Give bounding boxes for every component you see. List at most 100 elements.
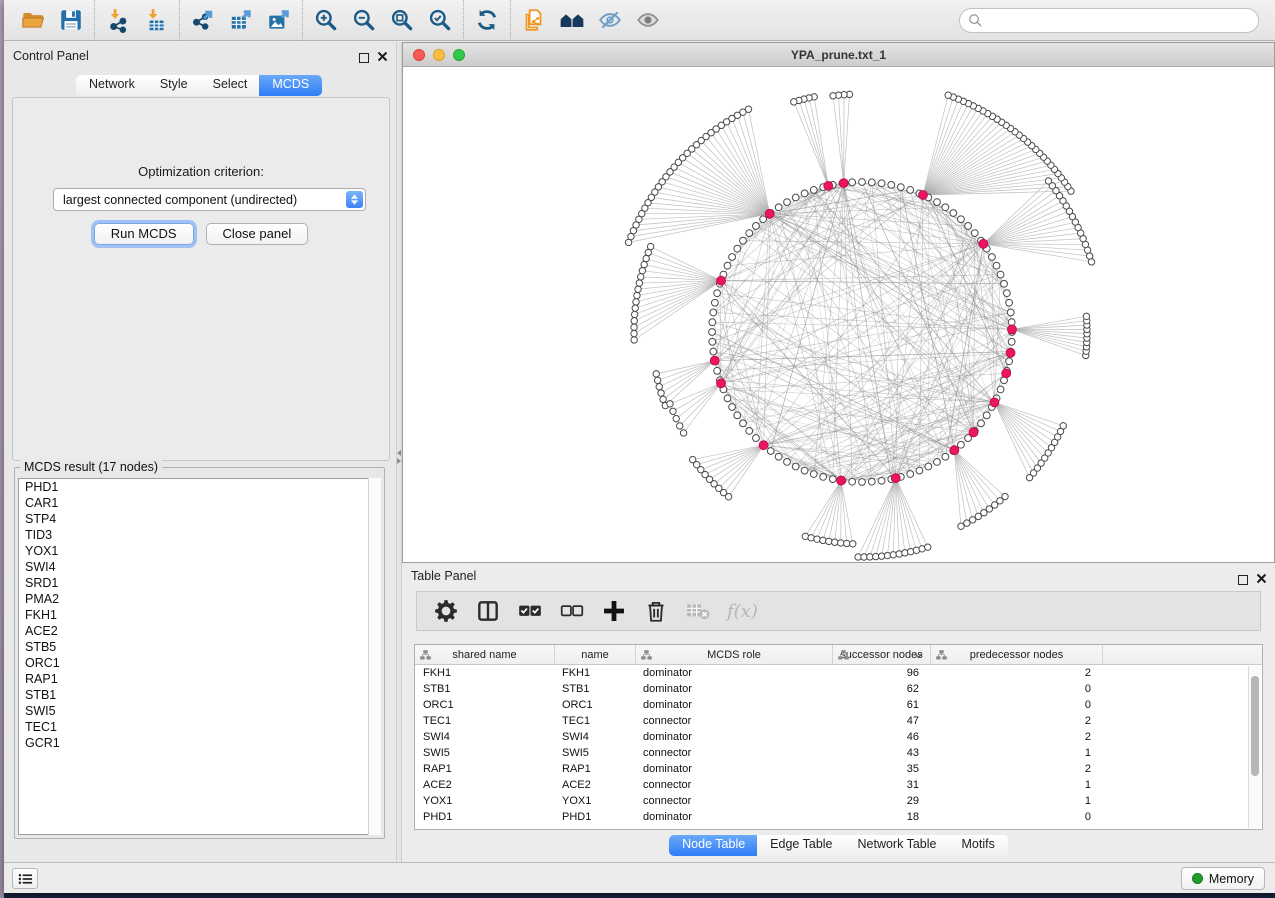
- network-node[interactable]: [677, 423, 683, 429]
- table-cell[interactable]: dominator: [635, 681, 832, 697]
- network-node-dominator[interactable]: [919, 191, 928, 200]
- network-node[interactable]: [916, 467, 923, 474]
- table-cell[interactable]: ACE2: [415, 777, 554, 793]
- network-node[interactable]: [753, 435, 760, 442]
- table-cell[interactable]: 96: [832, 665, 930, 681]
- network-node[interactable]: [775, 453, 782, 460]
- search-input[interactable]: [959, 8, 1259, 33]
- network-node[interactable]: [714, 290, 721, 297]
- table-cell[interactable]: 62: [832, 681, 930, 697]
- tab-select[interactable]: Select: [200, 75, 261, 96]
- network-node[interactable]: [709, 338, 716, 345]
- column-header-shared-name[interactable]: shared name: [415, 645, 554, 664]
- network-node[interactable]: [934, 199, 941, 206]
- mcds-list-scrollbar[interactable]: [368, 478, 381, 835]
- network-node[interactable]: [1083, 313, 1089, 319]
- first-neighbors-button[interactable]: [553, 3, 591, 37]
- network-node-dominator[interactable]: [839, 179, 848, 188]
- tab-network-table[interactable]: Network Table: [845, 835, 950, 856]
- network-node[interactable]: [1003, 290, 1010, 297]
- import-table-button[interactable]: [137, 3, 175, 37]
- table-cell[interactable]: 2: [930, 713, 1102, 729]
- table-row[interactable]: TEC1TEC1connector472: [415, 713, 1262, 729]
- network-node[interactable]: [850, 541, 856, 547]
- column-header-predecessor-nodes[interactable]: predecessor nodes: [930, 645, 1102, 664]
- network-node[interactable]: [942, 453, 949, 460]
- network-node[interactable]: [1002, 493, 1008, 499]
- table-cell[interactable]: 35: [832, 761, 930, 777]
- network-node[interactable]: [814, 536, 820, 542]
- close-table-panel-icon[interactable]: [1256, 571, 1267, 589]
- network-node[interactable]: [801, 467, 808, 474]
- table-cell[interactable]: 46: [832, 729, 930, 745]
- network-canvas[interactable]: [403, 68, 1274, 562]
- mcds-result-item[interactable]: SWI4: [19, 559, 380, 575]
- delete-column-button[interactable]: [643, 598, 669, 624]
- mcds-result-item[interactable]: STB1: [19, 687, 380, 703]
- network-node[interactable]: [656, 384, 662, 390]
- table-cell[interactable]: STB1: [415, 681, 554, 697]
- table-cell[interactable]: PHD1: [415, 809, 554, 825]
- table-cell[interactable]: SWI5: [415, 745, 554, 761]
- network-node-dominator[interactable]: [990, 398, 999, 407]
- network-node[interactable]: [709, 329, 716, 336]
- network-node[interactable]: [942, 204, 949, 211]
- network-node-dominator[interactable]: [969, 428, 978, 437]
- network-node[interactable]: [810, 471, 817, 478]
- network-node[interactable]: [714, 367, 721, 374]
- network-node-dominator[interactable]: [979, 239, 988, 248]
- table-row[interactable]: PHD1PHD1dominator180: [415, 809, 1262, 825]
- table-cell[interactable]: 43: [832, 745, 930, 761]
- network-node-dominator[interactable]: [891, 474, 900, 483]
- maximize-window-icon[interactable]: [453, 49, 465, 61]
- network-node[interactable]: [724, 262, 731, 269]
- table-cell[interactable]: connector: [635, 777, 832, 793]
- table-cell[interactable]: STB1: [554, 681, 635, 697]
- network-node[interactable]: [896, 551, 902, 557]
- network-node[interactable]: [1060, 423, 1066, 429]
- network-node[interactable]: [729, 404, 736, 411]
- table-cell[interactable]: 0: [930, 809, 1102, 825]
- network-window-titlebar[interactable]: YPA_prune.txt_1: [403, 43, 1274, 67]
- network-node[interactable]: [673, 415, 679, 421]
- table-row[interactable]: ACE2ACE2connector311: [415, 777, 1262, 793]
- network-node[interactable]: [631, 318, 637, 324]
- network-node[interactable]: [907, 187, 914, 194]
- network-node[interactable]: [746, 428, 753, 435]
- mcds-result-item[interactable]: STB5: [19, 639, 380, 655]
- tab-motifs[interactable]: Motifs: [948, 835, 1007, 856]
- tab-network[interactable]: Network: [76, 75, 148, 96]
- table-row[interactable]: YOX1YOX1connector291: [415, 793, 1262, 809]
- network-node[interactable]: [997, 386, 1004, 393]
- zoom-in-button[interactable]: [307, 3, 345, 37]
- table-cell[interactable]: FKH1: [415, 665, 554, 681]
- network-node[interactable]: [1006, 299, 1013, 306]
- table-cell[interactable]: 47: [832, 713, 930, 729]
- network-node[interactable]: [997, 271, 1004, 278]
- network-node[interactable]: [964, 520, 970, 526]
- network-node-dominator[interactable]: [759, 441, 768, 450]
- network-node[interactable]: [632, 305, 638, 311]
- refresh-button[interactable]: [468, 3, 506, 37]
- mcds-result-item[interactable]: ORC1: [19, 655, 380, 671]
- zoom-selected-button[interactable]: [421, 3, 459, 37]
- tab-edge-table[interactable]: Edge Table: [757, 835, 845, 856]
- memory-button[interactable]: Memory: [1181, 867, 1265, 890]
- close-window-icon[interactable]: [413, 49, 425, 61]
- task-history-button[interactable]: [12, 868, 38, 889]
- table-cell[interactable]: connector: [635, 713, 832, 729]
- network-node-dominator[interactable]: [1002, 369, 1011, 378]
- save-button[interactable]: [52, 3, 90, 37]
- network-node[interactable]: [958, 441, 965, 448]
- close-panel-icon[interactable]: [377, 49, 388, 67]
- table-cell[interactable]: dominator: [635, 761, 832, 777]
- float-table-panel-icon[interactable]: [1238, 575, 1248, 585]
- table-scrollbar[interactable]: [1248, 666, 1261, 828]
- table-cell[interactable]: 0: [930, 697, 1102, 713]
- network-node[interactable]: [767, 448, 774, 455]
- table-cell[interactable]: RAP1: [415, 761, 554, 777]
- table-row[interactable]: ORC1ORC1dominator610: [415, 697, 1262, 713]
- network-node[interactable]: [631, 324, 637, 330]
- network-node[interactable]: [934, 459, 941, 466]
- network-node[interactable]: [645, 249, 651, 255]
